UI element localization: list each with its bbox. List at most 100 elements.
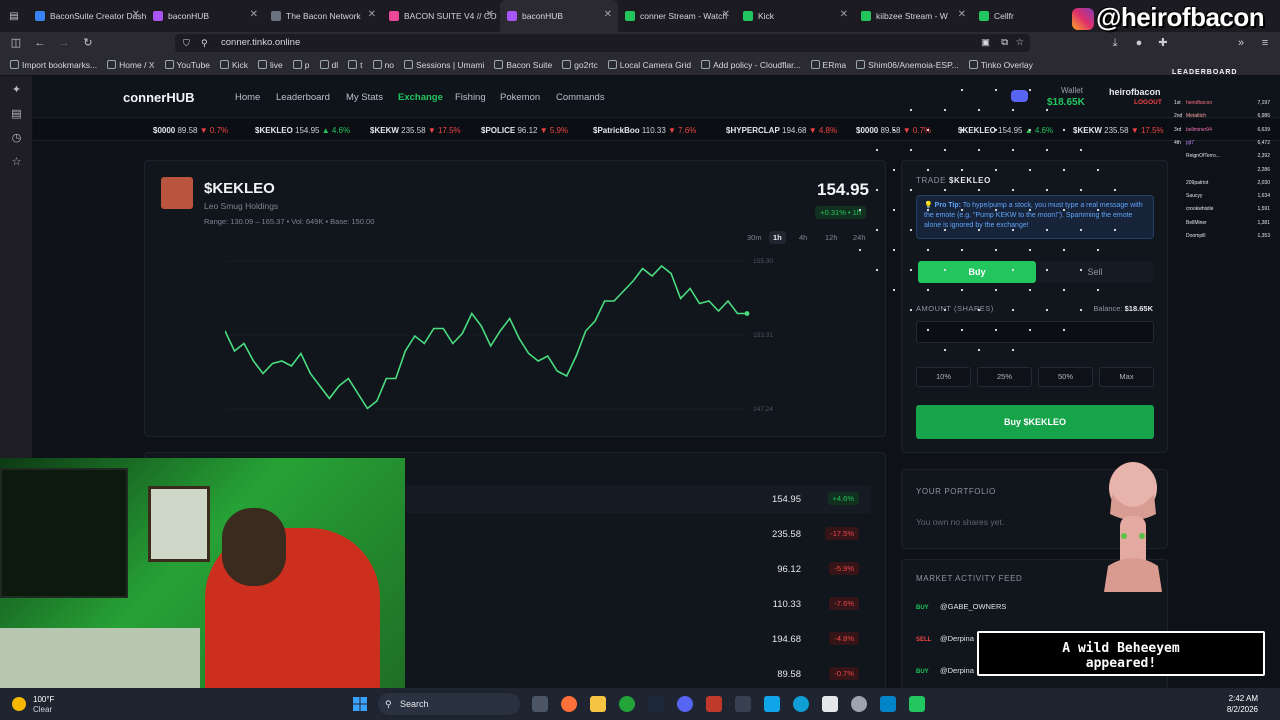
timeframe-4h[interactable]: 4h bbox=[795, 231, 811, 244]
ai-chat-icon[interactable]: ✦ bbox=[10, 84, 23, 97]
nav-link-exchange[interactable]: Exchange bbox=[398, 92, 443, 103]
nav-link-my-stats[interactable]: My Stats bbox=[346, 92, 383, 103]
percent-button-10pct[interactable]: 10% bbox=[916, 367, 971, 387]
bookmark-item[interactable]: Add policy - Cloudflar... bbox=[701, 60, 801, 70]
page-info-icon[interactable]: ⚲ bbox=[201, 34, 208, 52]
nav-link-pokemon[interactable]: Pokemon bbox=[500, 92, 540, 103]
bookmark-item[interactable]: no bbox=[372, 60, 394, 70]
firefox-icon[interactable] bbox=[561, 696, 577, 712]
account-icon[interactable]: ● bbox=[1132, 36, 1146, 50]
tab-close-icon[interactable]: ✕ bbox=[486, 9, 494, 20]
downloads-icon[interactable]: ⤓ bbox=[1108, 36, 1122, 50]
clock-time[interactable]: 2:42 AM bbox=[1218, 694, 1258, 703]
menu-icon[interactable]: ≡ bbox=[1258, 36, 1272, 50]
stock-row[interactable]: 89.58 -0.7% bbox=[405, 660, 871, 688]
app-icon-red[interactable] bbox=[706, 696, 722, 712]
bookmark-item[interactable]: Local Camera Grid bbox=[607, 60, 691, 70]
nav-link-leaderboard[interactable]: Leaderboard bbox=[276, 92, 330, 103]
edge-icon[interactable] bbox=[793, 696, 809, 712]
browser-tab[interactable]: kiibzee Stream - W ✕ bbox=[854, 0, 972, 32]
bookmark-item[interactable]: t bbox=[348, 60, 363, 70]
weather-desc[interactable]: Clear bbox=[33, 705, 52, 714]
tab-close-icon[interactable]: ✕ bbox=[132, 9, 140, 20]
browser-tab[interactable]: baconHUB ✕ bbox=[146, 0, 264, 32]
browser-tab[interactable]: The Bacon Network ✕ bbox=[264, 0, 382, 32]
windows-start-icon[interactable] bbox=[353, 697, 367, 711]
tab-close-icon[interactable]: ✕ bbox=[840, 9, 848, 20]
bookmarks-panel-icon[interactable]: ☆ bbox=[10, 156, 23, 169]
timeframe-12h[interactable]: 12h bbox=[821, 231, 842, 244]
browser-tab[interactable]: BACON SUITE V4 // CO ✕ bbox=[382, 0, 500, 32]
nav-link-fishing[interactable]: Fishing bbox=[455, 92, 486, 103]
bookmark-item[interactable]: Tinko Overlay bbox=[968, 60, 1033, 70]
clock-date[interactable]: 8/2/2026 bbox=[1210, 705, 1258, 714]
stock-row[interactable]: 235.58 -17.5% bbox=[405, 520, 871, 548]
discord-taskbar-icon[interactable] bbox=[677, 696, 693, 712]
reader-icon[interactable]: ▣ bbox=[981, 34, 990, 52]
vscode-icon[interactable] bbox=[764, 696, 780, 712]
bookmark-item[interactable]: Home / X bbox=[107, 60, 155, 70]
stock-row[interactable]: 110.33 -7.6% bbox=[405, 590, 871, 618]
brand-logo[interactable]: connerHUB bbox=[123, 90, 195, 105]
back-icon[interactable]: ← bbox=[33, 36, 47, 50]
bookmark-item[interactable]: ERma bbox=[810, 60, 846, 70]
taskbar-search[interactable]: ⚲ Search bbox=[378, 693, 520, 715]
tab-close-icon[interactable]: ✕ bbox=[958, 9, 966, 20]
ticker-item[interactable]: $POLICE 96.12 ▼ 5.9% bbox=[481, 126, 568, 135]
tab-close-icon[interactable]: ✕ bbox=[604, 9, 612, 20]
history-icon[interactable]: ◷ bbox=[10, 132, 23, 145]
sidebar-toggle-icon[interactable]: ◫ bbox=[9, 36, 23, 50]
percent-button-50pct[interactable]: 50% bbox=[1038, 367, 1093, 387]
url-bar[interactable]: ⛉ ⚲ conner.tinko.online ▣ ⧉ ☆ bbox=[175, 34, 1030, 52]
bookmark-item[interactable]: Sessions | Umami bbox=[403, 60, 484, 70]
reload-icon[interactable]: ↻ bbox=[81, 36, 95, 50]
percent-button-max[interactable]: Max bbox=[1099, 367, 1154, 387]
settings-icon[interactable] bbox=[851, 696, 867, 712]
buy-stock-button[interactable]: Buy $KEKLEO bbox=[916, 405, 1154, 439]
screenshot-icon[interactable]: ⧉ bbox=[1001, 34, 1008, 52]
steam-icon[interactable] bbox=[648, 696, 664, 712]
forward-icon[interactable]: → bbox=[57, 36, 71, 50]
stock-row[interactable]: 96.12 -5.9% bbox=[405, 555, 871, 583]
ticker-item[interactable]: $PatrickBoo 110.33 ▼ 7.6% bbox=[593, 126, 696, 135]
stock-row[interactable]: 194.68 -4.8% bbox=[405, 625, 871, 653]
bookmark-item[interactable]: Import bookmarks... bbox=[10, 60, 97, 70]
file-explorer-icon[interactable] bbox=[590, 696, 606, 712]
app-icon-blue[interactable] bbox=[880, 696, 896, 712]
tab-close-icon[interactable]: ✕ bbox=[722, 9, 730, 20]
browser-tab[interactable]: BaconSuite Creator Dashbo ✕ bbox=[28, 0, 146, 32]
tab-close-icon[interactable]: ✕ bbox=[250, 9, 258, 20]
weather-temp[interactable]: 100°F bbox=[33, 695, 54, 704]
ticker-item[interactable]: $KEKW 235.58 ▼ 17.5% bbox=[370, 126, 461, 135]
ticker-item[interactable]: $0000 89.58 ▼ 0.7% bbox=[153, 126, 228, 135]
bookmark-item[interactable]: Kick bbox=[219, 60, 248, 70]
bookmark-star-icon[interactable]: ☆ bbox=[1015, 34, 1024, 52]
bookmark-item[interactable]: go2rtc bbox=[562, 60, 598, 70]
xbox-icon[interactable] bbox=[619, 696, 635, 712]
bookmark-item[interactable]: live bbox=[258, 60, 283, 70]
nav-link-commands[interactable]: Commands bbox=[556, 92, 605, 103]
terminal-icon[interactable] bbox=[735, 696, 751, 712]
percent-button-25pct[interactable]: 25% bbox=[977, 367, 1032, 387]
extensions-icon[interactable]: ✚ bbox=[1156, 36, 1170, 50]
overflow-icon[interactable]: » bbox=[1234, 36, 1248, 50]
bookmark-item[interactable]: Bacon Suite bbox=[494, 60, 552, 70]
bookmark-item[interactable]: YouTube bbox=[164, 60, 210, 70]
ticker-item[interactable]: $HYPERCLAP 194.68 ▼ 4.8% bbox=[726, 126, 837, 135]
stock-row[interactable]: 154.95 +4.6% bbox=[405, 485, 871, 513]
kick-taskbar-icon[interactable] bbox=[909, 696, 925, 712]
browser-tab[interactable]: conner Stream - Watch ✕ bbox=[618, 0, 736, 32]
browser-tab[interactable]: Kick ✕ bbox=[736, 0, 854, 32]
ticker-item[interactable]: $KEKLEO 154.95 ▲ 4.6% bbox=[255, 126, 350, 135]
task-view-icon[interactable] bbox=[532, 696, 548, 712]
tabs-panel-icon[interactable]: ▤ bbox=[10, 108, 23, 121]
tab-list-icon[interactable]: ▤ bbox=[0, 0, 28, 32]
nav-link-home[interactable]: Home bbox=[235, 92, 260, 103]
bookmark-item[interactable]: p bbox=[292, 60, 310, 70]
bookmark-item[interactable]: dl bbox=[319, 60, 338, 70]
sun-icon[interactable] bbox=[12, 697, 26, 711]
notepad-icon[interactable] bbox=[822, 696, 838, 712]
tab-close-icon[interactable]: ✕ bbox=[368, 9, 376, 20]
bookmark-item[interactable]: Shim06/Anemoia-ESP... bbox=[856, 60, 959, 70]
timeframe-30m[interactable]: 30m bbox=[743, 231, 766, 244]
